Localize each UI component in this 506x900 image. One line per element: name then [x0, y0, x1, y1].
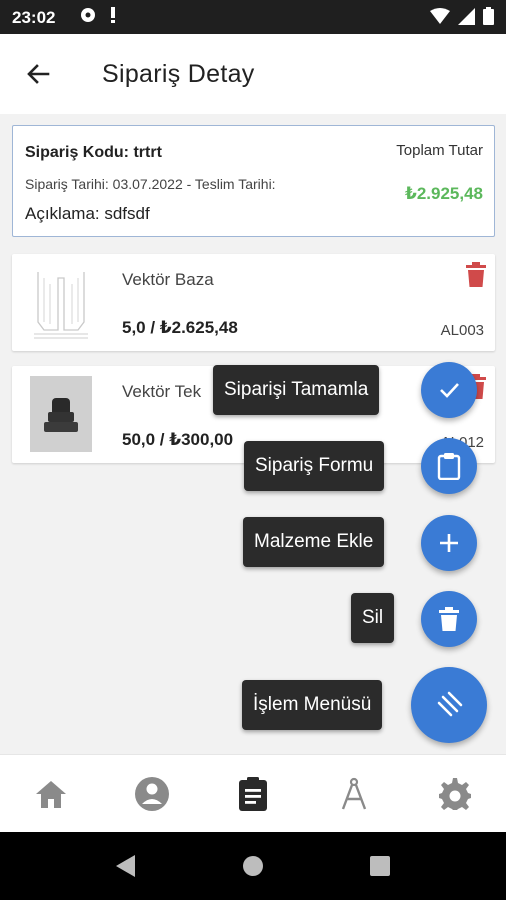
app-bar: Sipariş Detay — [0, 34, 506, 114]
battery-icon — [483, 7, 494, 25]
arrow-left-icon — [27, 64, 50, 84]
notification-icon — [81, 8, 95, 22]
wifi-icon — [430, 8, 450, 24]
nav-measure[interactable] — [335, 775, 373, 813]
add-material-button[interactable] — [421, 515, 477, 571]
nav-home[interactable] — [32, 775, 70, 813]
back-triangle-icon[interactable] — [114, 854, 136, 878]
alert-icon — [111, 7, 115, 23]
account-icon — [135, 777, 169, 811]
compass-icon — [341, 777, 367, 810]
complete-order-button[interactable] — [421, 362, 477, 418]
status-notifications — [78, 6, 116, 24]
status-time: 23:02 — [12, 8, 56, 27]
back-button[interactable] — [22, 58, 54, 90]
delete-button[interactable] — [421, 591, 477, 647]
order-form-button[interactable] — [421, 438, 477, 494]
nav-orders[interactable] — [234, 775, 272, 813]
trash-icon — [439, 607, 459, 631]
plus-icon — [440, 534, 458, 552]
status-bar: 23:02 — [0, 0, 506, 34]
page-title: Sipariş Detay — [102, 60, 255, 88]
complete-order-label[interactable]: Siparişi Tamamla — [213, 365, 380, 415]
order-form-label[interactable]: Sipariş Formu — [244, 441, 385, 491]
system-nav-bar — [0, 832, 506, 900]
status-system-icons — [430, 7, 494, 25]
home-circle-icon[interactable] — [242, 855, 264, 877]
recents-square-icon[interactable] — [370, 856, 390, 876]
clipboard-icon — [437, 453, 461, 480]
settings-icon — [439, 778, 471, 810]
nav-settings[interactable] — [436, 775, 474, 813]
nav-account[interactable] — [133, 775, 171, 813]
clipboard-icon — [239, 777, 267, 811]
action-menu-label[interactable]: İşlem Menüsü — [242, 680, 383, 730]
check-icon — [440, 383, 459, 398]
add-material-label[interactable]: Malzeme Ekle — [243, 517, 385, 567]
signal-icon — [458, 7, 475, 25]
layers-icon — [437, 691, 463, 717]
bottom-navigation — [0, 754, 506, 832]
action-menu-button[interactable] — [411, 667, 487, 743]
home-icon — [36, 781, 66, 808]
delete-label[interactable]: Sil — [351, 593, 395, 643]
fab-speed-dial: Siparişi Tamamla Sipariş Formu Malzeme E… — [0, 114, 506, 754]
